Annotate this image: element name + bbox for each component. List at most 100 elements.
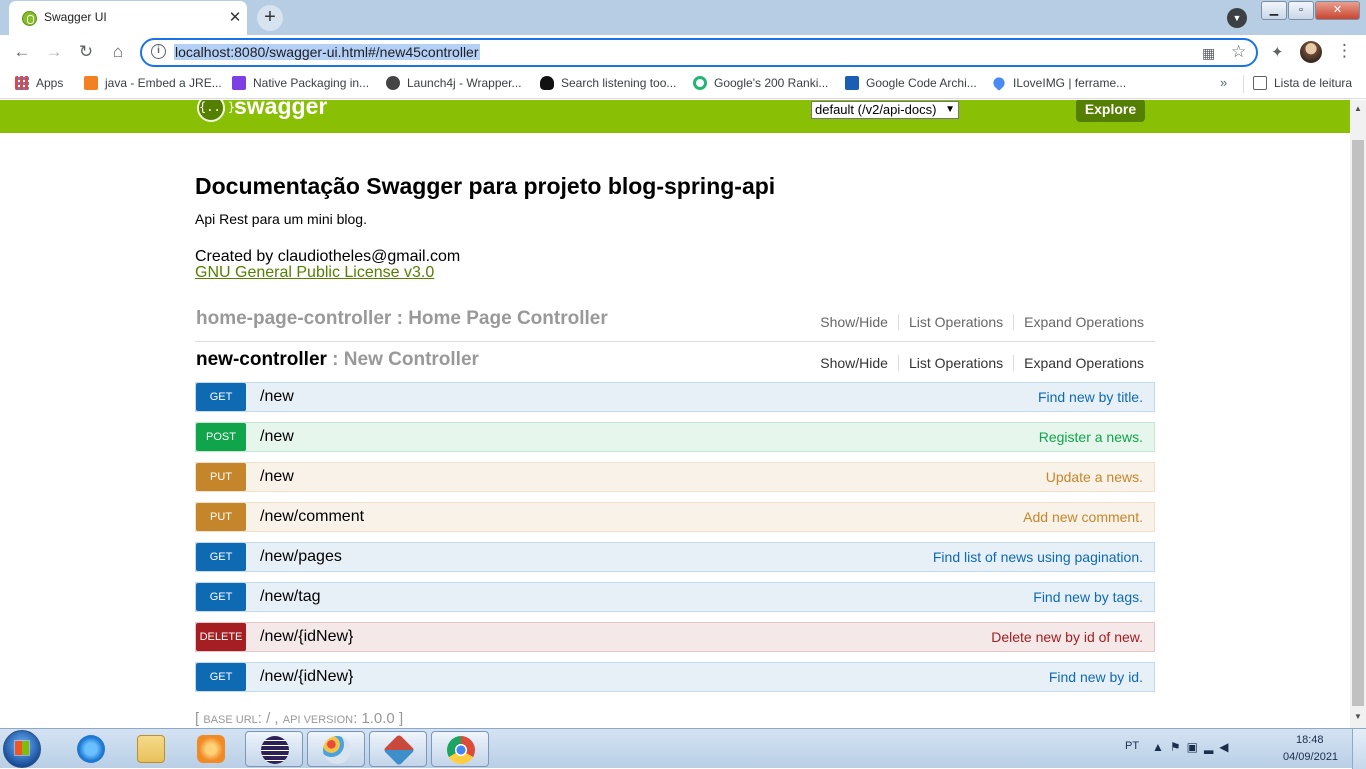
- operation-row[interactable]: PUT /new/comment Add new comment.: [195, 502, 1155, 532]
- bookmark-apps[interactable]: Apps: [15, 76, 63, 90]
- operation-path[interactable]: /new/tag: [260, 588, 320, 606]
- qr-code-icon[interactable]: ▦: [1202, 45, 1215, 62]
- operation-path[interactable]: /new: [260, 468, 294, 486]
- show-hide-link[interactable]: Show/Hide: [810, 355, 898, 371]
- operation-summary[interactable]: Find new by id.: [1049, 669, 1143, 685]
- operation-row[interactable]: DELETE /new/{idNew} Delete new by id of …: [195, 622, 1155, 652]
- new-tab-button[interactable]: +: [257, 5, 283, 31]
- resource-title[interactable]: new-controller : New Controller: [196, 349, 479, 371]
- operation-path[interactable]: /new: [260, 428, 294, 446]
- taskbar-paint[interactable]: [307, 731, 365, 767]
- operation-path[interactable]: /new/{idNew}: [260, 628, 353, 646]
- bookmarks-overflow-icon[interactable]: »: [1220, 75, 1227, 90]
- window-close-button[interactable]: ✕: [1315, 1, 1360, 20]
- swagger-logo-text[interactable]: swagger: [234, 100, 327, 120]
- show-hide-link[interactable]: Show/Hide: [810, 314, 898, 330]
- expand-operations-link[interactable]: Expand Operations: [1013, 314, 1144, 330]
- window-maximize-button[interactable]: ▫: [1288, 1, 1314, 20]
- eclipse-icon: [261, 736, 289, 764]
- bookmark-search-listening[interactable]: Search listening too...: [540, 76, 676, 90]
- taskbar-chrome[interactable]: [431, 731, 489, 767]
- http-method-badge[interactable]: POST: [196, 423, 246, 451]
- input-language[interactable]: PT: [1125, 740, 1139, 752]
- clock-date[interactable]: 04/09/2021: [1283, 751, 1338, 763]
- resource-description: : New Controller: [326, 349, 479, 370]
- operation-row[interactable]: GET /new/tag Find new by tags.: [195, 582, 1155, 612]
- explore-button[interactable]: Explore: [1076, 100, 1145, 122]
- operation-summary[interactable]: Update a news.: [1046, 469, 1143, 485]
- scroll-up-arrow-icon[interactable]: ▲: [1354, 104, 1362, 113]
- operation-path[interactable]: /new/{idNew}: [260, 668, 353, 686]
- resource-actions: Show/Hide List Operations Expand Operation…: [810, 355, 1144, 371]
- show-desktop-button[interactable]: [1352, 729, 1366, 769]
- bookmark-star-icon[interactable]: ☆: [1231, 42, 1246, 62]
- taskbar-internet-explorer[interactable]: [62, 731, 120, 767]
- http-method-badge[interactable]: PUT: [196, 463, 246, 491]
- window-minimize-button[interactable]: ▁: [1261, 1, 1287, 20]
- start-button[interactable]: [3, 730, 41, 768]
- bookmark-iloveimg[interactable]: ILoveIMG | ferrame...: [991, 75, 1126, 91]
- site-info-icon[interactable]: i: [151, 44, 166, 59]
- bookmark-google-code[interactable]: Google Code Archi...: [845, 76, 977, 90]
- address-bar[interactable]: i localhost:8080/swagger-ui.html#/new45c…: [140, 38, 1258, 67]
- scroll-down-arrow-icon[interactable]: ▼: [1354, 712, 1362, 721]
- license-link[interactable]: GNU General Public License v3.0: [195, 264, 434, 282]
- browser-tab[interactable]: Swagger UI ✕: [9, 1, 247, 35]
- reading-list-button[interactable]: Lista de leitura: [1253, 76, 1352, 90]
- resource-name[interactable]: new-controller: [196, 349, 327, 370]
- home-icon[interactable]: ⌂: [107, 41, 129, 63]
- clock-time[interactable]: 18:48: [1296, 734, 1324, 746]
- operation-summary[interactable]: Add new comment.: [1023, 509, 1143, 525]
- http-method-badge[interactable]: GET: [196, 383, 246, 411]
- operation-summary[interactable]: Register a news.: [1039, 429, 1143, 445]
- list-operations-link[interactable]: List Operations: [897, 355, 1014, 371]
- system-tray-icons[interactable]: ▲⚑▣▂◀: [1152, 740, 1234, 754]
- http-method-badge[interactable]: GET: [196, 543, 246, 571]
- list-operations-link[interactable]: List Operations: [897, 314, 1014, 330]
- taskbar-media-player[interactable]: [182, 731, 240, 767]
- operation-summary[interactable]: Find list of news using pagination.: [933, 549, 1143, 565]
- operation-path[interactable]: /new/pages: [260, 548, 342, 566]
- tab-title: Swagger UI: [44, 10, 107, 24]
- operation-row[interactable]: GET /new Find new by title.: [195, 382, 1155, 412]
- http-method-badge[interactable]: DELETE: [196, 623, 246, 651]
- bookmark-google-ranking[interactable]: Google's 200 Ranki...: [693, 76, 828, 90]
- operation-path[interactable]: /new/comment: [260, 508, 364, 526]
- operation-row[interactable]: POST /new Register a news.: [195, 422, 1155, 452]
- back-arrow-icon[interactable]: ←: [11, 41, 33, 63]
- expand-operations-link[interactable]: Expand Operations: [1013, 355, 1144, 371]
- operation-summary[interactable]: Find new by tags.: [1033, 589, 1143, 605]
- operation-summary[interactable]: Find new by title.: [1038, 389, 1143, 405]
- profile-avatar[interactable]: [1300, 41, 1322, 63]
- operation-row[interactable]: PUT /new Update a news.: [195, 462, 1155, 492]
- http-method-badge[interactable]: GET: [196, 583, 246, 611]
- operation-row[interactable]: GET /new/pages Find list of news using p…: [195, 542, 1155, 572]
- bookmark-launch4j[interactable]: Launch4j - Wrapper...: [386, 76, 522, 90]
- operation-path[interactable]: /new: [260, 388, 294, 406]
- url-text[interactable]: localhost:8080/swagger-ui.html#/new45con…: [174, 44, 480, 60]
- http-method-badge[interactable]: GET: [196, 663, 246, 691]
- kebab-menu-icon[interactable]: ⋮: [1336, 41, 1353, 61]
- operation-row[interactable]: GET /new/{idNew} Find new by id.: [195, 662, 1155, 692]
- bookmarks-bar: Apps java - Embed a JRE... Native Packag…: [0, 69, 1366, 99]
- forward-arrow-icon[interactable]: →: [43, 41, 65, 63]
- taskbar-file-explorer[interactable]: [122, 731, 180, 767]
- taskbar-git-gui[interactable]: [369, 731, 427, 767]
- api-spec-select[interactable]: default (/v2/api-docs) ▼: [811, 101, 959, 119]
- page-scrollbar[interactable]: ▲ ▼: [1350, 100, 1366, 728]
- resource-name[interactable]: home-page-controller: [196, 308, 391, 329]
- taskbar-eclipse[interactable]: [245, 731, 303, 767]
- resource-title[interactable]: home-page-controller : Home Page Control…: [196, 308, 608, 330]
- base-url-label: BASE URL: [203, 714, 258, 726]
- reload-icon[interactable]: ↻: [75, 41, 97, 63]
- tab-search-icon[interactable]: ▼: [1227, 8, 1247, 28]
- extensions-puzzle-icon[interactable]: ✦: [1271, 43, 1284, 61]
- bookmark-native-packaging[interactable]: Native Packaging in...: [232, 76, 369, 90]
- bookmark-java-embed[interactable]: java - Embed a JRE...: [84, 76, 222, 90]
- reading-list-icon: [1253, 76, 1267, 90]
- scrollbar-thumb[interactable]: [1352, 140, 1364, 706]
- swagger-logo-icon[interactable]: {...}: [197, 100, 235, 122]
- http-method-badge[interactable]: PUT: [196, 503, 246, 531]
- tab-close-icon[interactable]: ✕: [226, 8, 244, 26]
- operation-summary[interactable]: Delete new by id of new.: [991, 629, 1143, 645]
